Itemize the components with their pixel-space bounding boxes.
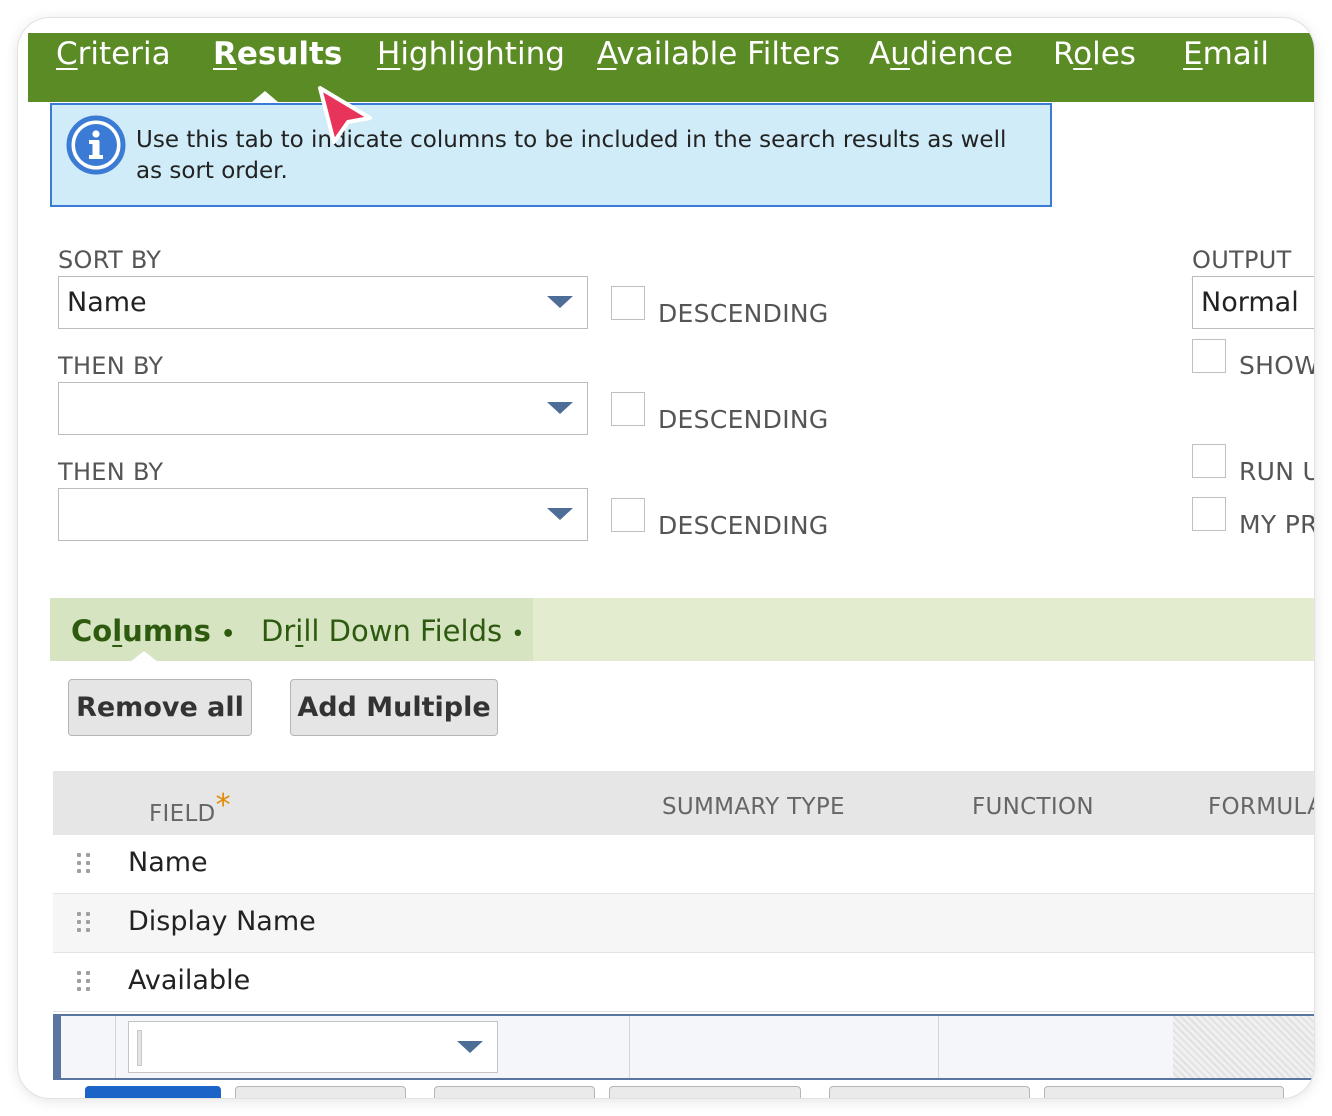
my-pr-label: MY PR [1239,510,1314,539]
info-message: Use this tab to indicate columns to be i… [50,103,1052,207]
column-divider [629,1016,630,1078]
row-action-button[interactable] [434,1086,595,1098]
tab-roles[interactable]: Roles [1053,34,1136,74]
drag-handle-icon[interactable] [77,912,93,936]
primary-action-button[interactable] [85,1086,221,1098]
required-mark: * [215,788,231,823]
sort-by-select[interactable]: Name [58,276,588,329]
table-row[interactable]: Name [53,835,1314,894]
tab-available-filters[interactable]: Available Filters [597,34,840,74]
remove-all-button[interactable]: Remove all [68,679,252,736]
tab-highlighting[interactable]: Highlighting [377,34,565,74]
sort-by-label: SORT BY [58,246,162,274]
run-checkbox[interactable] [1192,444,1226,478]
info-message-text: Use this tab to indicate columns to be i… [136,127,1007,184]
descending-checkbox-2[interactable] [611,392,645,426]
descending-checkbox-1[interactable] [611,286,645,320]
then-by-select-2[interactable] [58,488,588,541]
active-subtab-indicator [130,651,158,662]
sort-by-value: Name [67,287,147,318]
subtab-columns[interactable]: Columns • [71,614,235,648]
show-checkbox[interactable] [1192,339,1226,373]
chevron-down-icon [547,402,573,414]
column-divider [938,1016,939,1078]
descending-label-2: DESCENDING [658,405,829,434]
edit-row-marker [53,1014,61,1080]
app-window: Criteria Results Highlighting Available … [18,18,1314,1098]
row-action-button[interactable] [609,1086,801,1098]
row-action-button[interactable] [235,1086,406,1098]
field-column-header: FIELD* [149,788,231,827]
active-tab-indicator [252,91,278,102]
then-by-select-1[interactable] [58,382,588,435]
row-field-name: Available [128,965,251,996]
info-icon [66,115,126,175]
tab-audience[interactable]: Audience [869,34,1013,74]
add-multiple-button[interactable]: Add Multiple [290,679,498,736]
table-row[interactable]: Display Name [53,894,1314,953]
new-field-select[interactable] [128,1021,498,1073]
mouse-pointer-icon [318,86,372,144]
then-by-label-2: THEN BY [58,458,164,486]
column-divider [115,1016,116,1078]
table-row[interactable]: Available [53,953,1314,1012]
run-label: RUN U [1239,457,1314,486]
chevron-down-icon [547,296,573,308]
formula-cell-disabled [1173,1016,1314,1078]
drag-handle-icon[interactable] [77,971,93,995]
output-type-value: Normal [1201,287,1299,318]
tab-email[interactable]: Email [1183,34,1269,74]
drag-handle-icon[interactable] [77,853,93,877]
row-field-name: Name [128,847,208,878]
tab-results[interactable]: Results [213,34,342,74]
row-field-name: Display Name [128,906,316,937]
row-action-button[interactable] [1044,1086,1284,1098]
summary-type-column-header: SUMMARY TYPE [662,794,845,820]
chevron-down-icon [457,1041,483,1053]
descending-label-3: DESCENDING [658,511,829,540]
descending-checkbox-3[interactable] [611,498,645,532]
my-pr-checkbox[interactable] [1192,497,1226,531]
row-action-button[interactable] [829,1086,1030,1098]
chevron-down-icon [547,508,573,520]
show-label: SHOW [1239,351,1314,380]
descending-label-1: DESCENDING [658,299,829,328]
tab-criteria[interactable]: Criteria [56,34,171,74]
function-column-header: FUNCTION [972,794,1094,820]
formula-column-header: FORMULA [1208,794,1314,820]
text-cursor [137,1030,142,1066]
then-by-label-1: THEN BY [58,352,164,380]
subtab-drill-down-fields[interactable]: Drill Down Fields • [261,614,524,648]
output-type-select[interactable]: Normal [1192,276,1314,329]
